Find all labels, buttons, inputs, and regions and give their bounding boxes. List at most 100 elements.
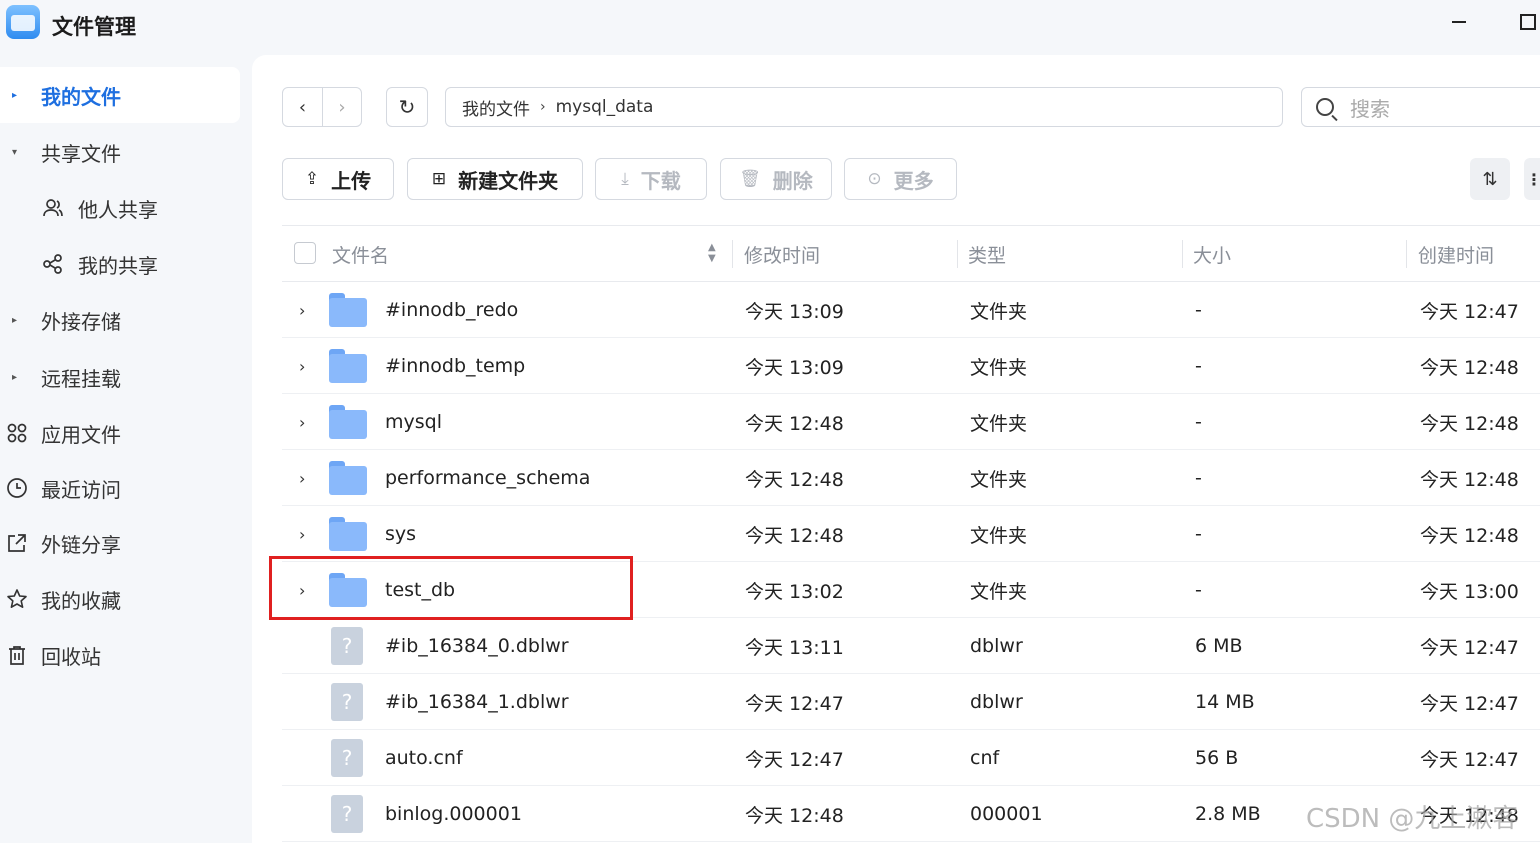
sidebar-item-external-storage[interactable]: ▸ 外接存储 — [0, 292, 240, 348]
title-bar: 文件管理 — [0, 0, 1540, 52]
column-header-created[interactable]: 创建时间 — [1418, 226, 1494, 282]
overflow-menu-icon[interactable]: ⋮ — [1524, 158, 1540, 200]
minimize-icon[interactable] — [1452, 21, 1466, 23]
sidebar-item-shared-by-others[interactable]: 他人共享 — [0, 180, 240, 236]
folder-icon — [329, 293, 367, 327]
created-time: 今天 12:48 — [1420, 524, 1519, 547]
people-icon — [42, 197, 64, 219]
search-input[interactable]: 搜索 — [1301, 87, 1540, 127]
sidebar-item-shared-files[interactable]: ▾ 共享文件 — [0, 124, 240, 180]
chevron-right-icon[interactable]: › — [299, 506, 305, 562]
modified-time: 今天 12:48 — [745, 804, 844, 827]
sort-icon[interactable]: ⇅ — [1470, 158, 1510, 200]
delete-button[interactable]: 🗑 删除 — [720, 158, 832, 200]
sidebar-item-recent[interactable]: 最近访问 — [0, 460, 240, 516]
new-folder-label: 新建文件夹 — [458, 168, 559, 193]
file-size: - — [1195, 355, 1202, 377]
table-row[interactable]: › #innodb_redo 今天 13:09 文件夹 - 今天 12:47 — [282, 282, 1540, 338]
file-name[interactable]: binlog.000001 — [385, 786, 522, 842]
folder-icon — [329, 461, 367, 495]
sidebar-item-favorites[interactable]: 我的收藏 — [0, 571, 240, 627]
table-row[interactable]: › test_db 今天 13:02 文件夹 - 今天 13:00 — [282, 562, 1540, 618]
sidebar-item-my-files[interactable]: ▸ 我的文件 — [0, 67, 240, 123]
unknown-file-icon: ? — [331, 739, 363, 777]
created-time: 今天 12:47 — [1420, 692, 1519, 715]
trash-icon — [6, 644, 28, 666]
file-size: - — [1195, 467, 1202, 489]
chevron-right-icon: › — [540, 99, 546, 115]
chevron-right-icon[interactable]: › — [299, 338, 305, 394]
modified-time: 今天 12:48 — [745, 524, 844, 547]
sidebar-item-link-share[interactable]: 外链分享 — [0, 515, 240, 571]
file-name[interactable]: #ib_16384_1.dblwr — [385, 674, 569, 730]
external-link-icon — [6, 532, 28, 554]
breadcrumb-item[interactable]: 我的文件 — [462, 95, 530, 120]
delete-icon: 🗑 — [739, 169, 761, 189]
file-name[interactable]: sys — [385, 506, 416, 562]
column-header-name[interactable]: 文件名 — [332, 226, 389, 282]
file-name[interactable]: #innodb_temp — [385, 338, 525, 394]
sidebar-item-label: 回收站 — [41, 644, 101, 669]
sort-arrows-icon[interactable]: ▲ ▼ — [708, 242, 716, 264]
table-row[interactable]: ? auto.cnf 今天 12:47 cnf 56 B 今天 12:47 — [282, 730, 1540, 786]
file-type: 文件夹 — [970, 356, 1028, 379]
table-row[interactable]: ? #ib_16384_1.dblwr 今天 12:47 dblwr 14 MB… — [282, 674, 1540, 730]
sidebar-item-app-files[interactable]: 应用文件 — [0, 405, 240, 461]
column-header-size[interactable]: 大小 — [1193, 226, 1231, 282]
upload-button[interactable]: ⇪ 上传 — [282, 158, 394, 200]
apps-icon — [6, 422, 28, 444]
file-name[interactable]: mysql — [385, 394, 442, 450]
file-type: 文件夹 — [970, 524, 1028, 547]
select-all-checkbox[interactable] — [294, 242, 316, 264]
file-size: - — [1195, 411, 1202, 433]
more-button[interactable]: ⊙ 更多 — [844, 158, 957, 200]
file-name[interactable]: auto.cnf — [385, 730, 463, 786]
search-icon — [1316, 98, 1334, 116]
download-button[interactable]: ⤓ 下载 — [595, 158, 707, 200]
search-placeholder: 搜索 — [1350, 96, 1390, 121]
sidebar-item-my-shares[interactable]: 我的共享 — [0, 236, 240, 292]
column-divider[interactable] — [732, 240, 733, 268]
folder-icon — [329, 573, 367, 607]
created-time: 今天 12:47 — [1420, 748, 1519, 771]
file-name[interactable]: test_db — [385, 562, 455, 618]
table-row[interactable]: › performance_schema 今天 12:48 文件夹 - 今天 1… — [282, 450, 1540, 506]
back-button[interactable]: ‹ — [283, 88, 322, 126]
table-header: 文件名 ▲ ▼ 修改时间 类型 大小 创建时间 — [282, 225, 1540, 282]
table-row[interactable]: ? #ib_16384_0.dblwr 今天 13:11 dblwr 6 MB … — [282, 618, 1540, 674]
column-header-modified[interactable]: 修改时间 — [744, 226, 820, 282]
file-name[interactable]: #ib_16384_0.dblwr — [385, 618, 569, 674]
sidebar-item-remote-mount[interactable]: ▸ 远程挂载 — [0, 349, 240, 405]
breadcrumb-item-current[interactable]: mysql_data — [556, 97, 654, 117]
more-label: 更多 — [893, 168, 934, 193]
file-name[interactable]: performance_schema — [385, 450, 590, 506]
caret-down-icon: ▾ — [12, 146, 18, 158]
modified-time: 今天 12:47 — [745, 692, 844, 715]
refresh-button[interactable]: ↻ — [386, 87, 428, 127]
chevron-right-icon[interactable]: › — [299, 562, 305, 618]
app-title: 文件管理 — [52, 15, 136, 39]
chevron-right-icon[interactable]: › — [299, 450, 305, 506]
file-size: - — [1195, 299, 1202, 321]
created-time: 今天 12:48 — [1420, 468, 1519, 491]
column-divider[interactable] — [957, 240, 958, 268]
file-type: 文件夹 — [970, 300, 1028, 323]
table-row[interactable]: › mysql 今天 12:48 文件夹 - 今天 12:48 — [282, 394, 1540, 450]
column-divider[interactable] — [1182, 240, 1183, 268]
file-size: - — [1195, 579, 1202, 601]
clock-icon — [6, 477, 28, 499]
file-type: 文件夹 — [970, 580, 1028, 603]
table-row[interactable]: › sys 今天 12:48 文件夹 - 今天 12:48 — [282, 506, 1540, 562]
chevron-right-icon[interactable]: › — [299, 282, 305, 338]
chevron-right-icon[interactable]: › — [299, 394, 305, 450]
forward-button[interactable]: › — [321, 88, 361, 126]
table-row[interactable]: › #innodb_temp 今天 13:09 文件夹 - 今天 12:48 — [282, 338, 1540, 394]
sidebar-item-recycle-bin[interactable]: 回收站 — [0, 627, 240, 683]
maximize-icon[interactable] — [1520, 14, 1536, 30]
file-name[interactable]: #innodb_redo — [385, 282, 518, 338]
main-panel: ‹ › ↻ 我的文件 › mysql_data 搜索 ⇪ 上传 ⊞ 新建文件夹 … — [252, 55, 1540, 843]
new-folder-button[interactable]: ⊞ 新建文件夹 — [407, 158, 583, 200]
column-header-type[interactable]: 类型 — [968, 226, 1006, 282]
column-divider[interactable] — [1406, 240, 1407, 268]
breadcrumb[interactable]: 我的文件 › mysql_data — [445, 87, 1283, 127]
